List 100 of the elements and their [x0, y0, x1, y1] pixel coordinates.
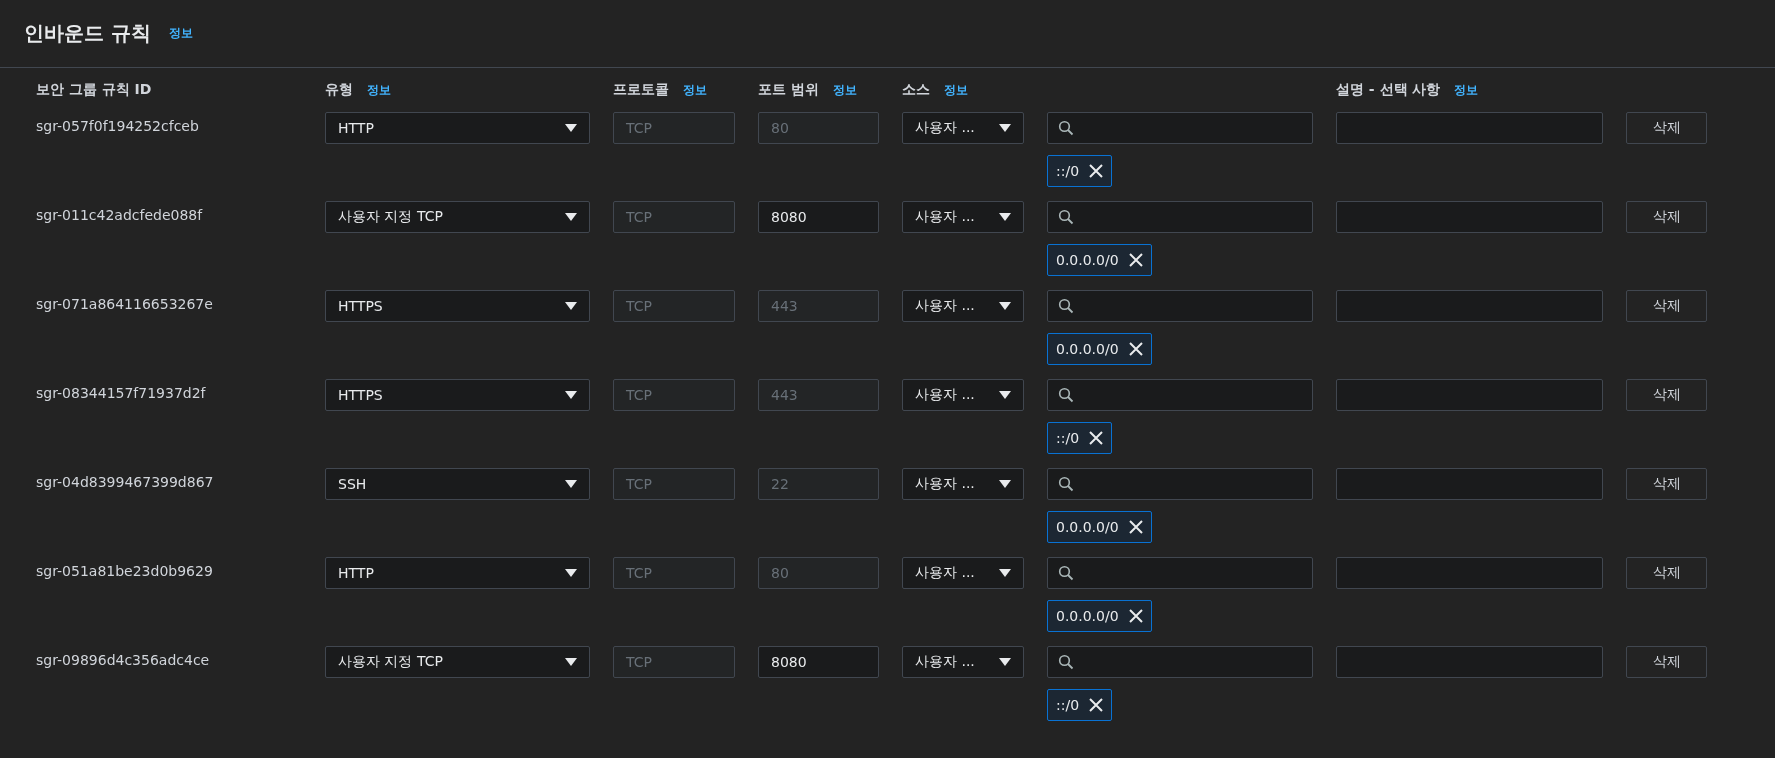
port-field: 80: [758, 112, 879, 144]
port-field: 80: [758, 557, 879, 589]
search-field[interactable]: [1047, 468, 1313, 500]
info-link[interactable]: 정보: [1454, 81, 1479, 99]
type-select[interactable]: 사용자 지정 TCP: [325, 646, 590, 678]
type-select[interactable]: HTTPS: [325, 379, 590, 411]
close-icon[interactable]: [1089, 698, 1104, 712]
source-select[interactable]: 사용자 ...: [902, 468, 1024, 500]
type-select[interactable]: HTTP: [325, 557, 590, 589]
source-select[interactable]: 사용자 ...: [902, 112, 1024, 144]
caret-icon: [565, 301, 577, 311]
search-field[interactable]: [1047, 646, 1313, 678]
delete-button[interactable]: 삭제: [1626, 646, 1707, 678]
delete-button[interactable]: 삭제: [1626, 112, 1707, 144]
close-icon[interactable]: [1128, 253, 1143, 267]
caret-icon: [565, 479, 577, 489]
caret-icon: [999, 479, 1011, 489]
cidr-text: 0.0.0.0/0: [1056, 341, 1119, 357]
info-link[interactable]: 정보: [683, 81, 707, 99]
protocol-field: TCP: [613, 379, 735, 411]
caret-icon: [999, 657, 1011, 667]
rule-id: sgr-08344157f71937d2f: [36, 384, 207, 403]
search-field[interactable]: [1047, 379, 1313, 411]
type-select[interactable]: HTTPS: [325, 290, 590, 322]
rule-id: sgr-071a864116653267e: [36, 295, 214, 314]
description-field[interactable]: [1336, 201, 1603, 233]
delete-button[interactable]: 삭제: [1626, 290, 1707, 322]
caret-icon: [565, 212, 577, 222]
protocol-field: TCP: [613, 290, 735, 322]
cidr-text: 0.0.0.0/0: [1056, 608, 1119, 624]
source-select[interactable]: 사용자 ...: [902, 201, 1024, 233]
protocol-field: TCP: [613, 557, 735, 589]
delete-button[interactable]: 삭제: [1626, 379, 1707, 411]
close-icon[interactable]: [1128, 609, 1143, 623]
search-icon: [1058, 298, 1074, 314]
description-field[interactable]: [1336, 557, 1603, 589]
delete-button[interactable]: 삭제: [1626, 557, 1707, 589]
close-icon[interactable]: [1128, 520, 1143, 534]
protocol-field: TCP: [613, 201, 735, 233]
port-field[interactable]: 8080: [758, 201, 879, 233]
close-icon[interactable]: [1089, 431, 1104, 445]
source-select[interactable]: 사용자 ...: [902, 557, 1024, 589]
search-icon: [1058, 476, 1074, 492]
info-link[interactable]: 정보: [168, 25, 193, 42]
info-link[interactable]: 정보: [832, 81, 857, 99]
column-header: 포트 범위: [758, 81, 819, 99]
rule-id: sgr-051a81be23d0b9629: [36, 562, 214, 581]
search-icon: [1058, 654, 1074, 670]
caret-icon: [565, 123, 577, 133]
port-field: 22: [758, 468, 879, 500]
cidr-text: ::/0: [1056, 163, 1080, 179]
protocol-field: TCP: [613, 112, 735, 144]
caret-icon: [565, 657, 577, 667]
cidr-text: ::/0: [1056, 697, 1080, 713]
search-icon: [1058, 120, 1074, 136]
type-select[interactable]: SSH: [325, 468, 590, 500]
source-select[interactable]: 사용자 ...: [902, 379, 1024, 411]
caret-icon: [565, 568, 577, 578]
protocol-field: TCP: [613, 646, 735, 678]
column-header: 프로토콜: [613, 81, 669, 99]
close-icon[interactable]: [1089, 164, 1104, 178]
description-field[interactable]: [1336, 468, 1603, 500]
source-select[interactable]: 사용자 ...: [902, 290, 1024, 322]
type-select[interactable]: 사용자 지정 TCP: [325, 201, 590, 233]
search-field[interactable]: [1047, 290, 1313, 322]
info-link[interactable]: 정보: [944, 81, 968, 99]
caret-icon: [999, 568, 1011, 578]
search-field[interactable]: [1047, 112, 1313, 144]
search-field[interactable]: [1047, 557, 1313, 589]
description-field[interactable]: [1336, 290, 1603, 322]
description-field[interactable]: [1336, 112, 1603, 144]
caret-icon: [999, 301, 1011, 311]
caret-icon: [999, 212, 1011, 222]
cidr-text: 0.0.0.0/0: [1056, 519, 1119, 535]
protocol-field: TCP: [613, 468, 735, 500]
caret-icon: [565, 390, 577, 400]
delete-button[interactable]: 삭제: [1626, 201, 1707, 233]
search-icon: [1058, 565, 1074, 581]
source-select[interactable]: 사용자 ...: [902, 646, 1024, 678]
port-field: 443: [758, 290, 879, 322]
port-field: 443: [758, 379, 879, 411]
caret-icon: [999, 390, 1011, 400]
info-link[interactable]: 정보: [367, 81, 391, 99]
description-field[interactable]: [1336, 379, 1603, 411]
rule-id: sgr-011c42adcfede088f: [36, 206, 204, 225]
close-icon[interactable]: [1128, 342, 1143, 356]
delete-button[interactable]: 삭제: [1626, 468, 1707, 500]
rule-id: sgr-057f0f194252cfceb: [36, 117, 200, 136]
cidr-text: ::/0: [1056, 430, 1080, 446]
column-header: 설명 - 선택 사항: [1336, 81, 1441, 99]
rule-id: sgr-04d8399467399d867: [36, 473, 215, 492]
column-header: 소스: [902, 81, 930, 99]
search-field[interactable]: [1047, 201, 1313, 233]
description-field[interactable]: [1336, 646, 1603, 678]
type-select[interactable]: HTTP: [325, 112, 590, 144]
column-header: 보안 그룹 규칙 ID: [36, 81, 152, 99]
port-field[interactable]: 8080: [758, 646, 879, 678]
search-icon: [1058, 209, 1074, 225]
column-header: 유형: [325, 81, 353, 99]
section-title: 인바운드 규칙: [24, 20, 151, 47]
